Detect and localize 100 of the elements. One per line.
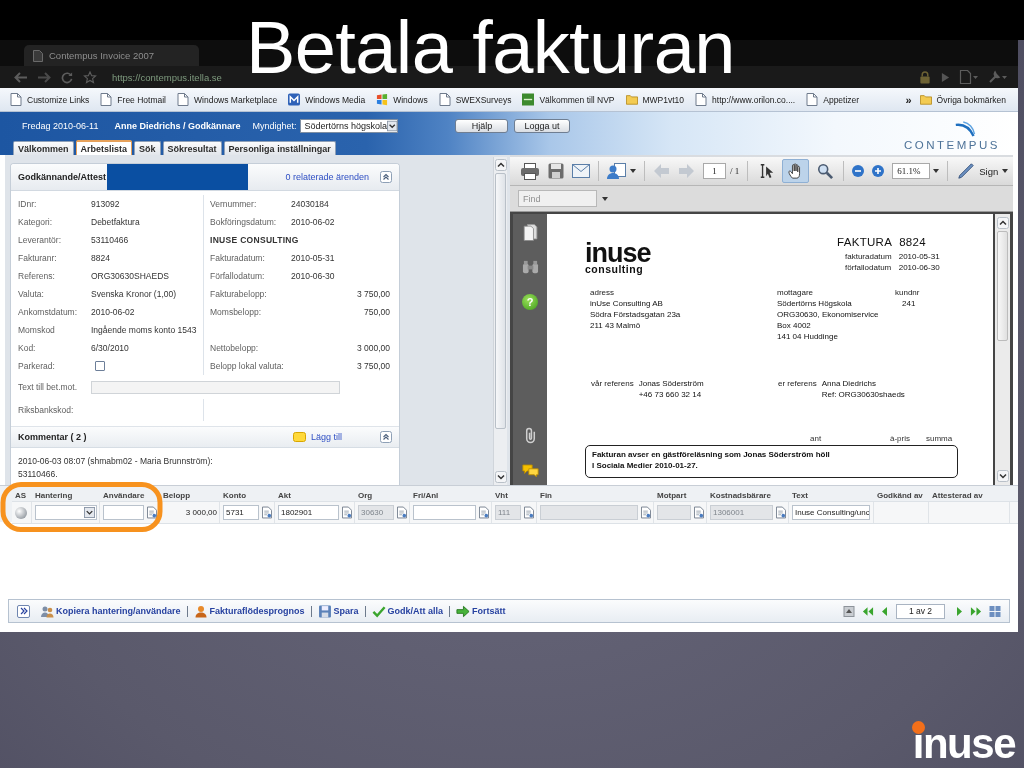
address-line: Box 4002 (777, 320, 812, 331)
item-column-label: à-pris (890, 434, 911, 444)
zoom-out-icon[interactable] (852, 165, 865, 177)
find-field[interactable]: Find (518, 190, 597, 207)
handling-select[interactable] (35, 505, 97, 520)
status-circle-icon[interactable] (15, 506, 27, 519)
star-icon[interactable] (83, 70, 97, 84)
toolbar-link[interactable]: Godk/Att alla (371, 604, 444, 618)
collapse-icon[interactable] (380, 171, 392, 183)
play-icon[interactable] (941, 71, 950, 83)
related-cases-link[interactable]: 0 relaterade ärenden (285, 172, 369, 182)
scroll-thumb[interactable] (997, 231, 1008, 341)
document-icon[interactable] (262, 506, 272, 519)
bookmark-item[interactable]: Appetizer (806, 93, 860, 106)
sign-button[interactable]: Sign (956, 162, 1009, 180)
page-field[interactable]: 1 av 2 (896, 603, 945, 619)
speech-bubbles-icon[interactable] (521, 462, 539, 479)
add-comment-link[interactable]: Lägg till (292, 432, 342, 442)
pages-icon[interactable] (521, 224, 539, 241)
caret-icon[interactable] (602, 196, 608, 201)
document-icon[interactable] (776, 506, 786, 519)
zoom-field[interactable]: 61.1% (892, 163, 931, 179)
expand-button[interactable] (17, 604, 30, 618)
scroll-thumb[interactable] (495, 173, 506, 429)
document-icon[interactable] (694, 506, 704, 519)
toolbar-link[interactable]: Fakturaflödesprognos (193, 604, 305, 618)
binoculars-icon[interactable] (521, 259, 539, 276)
scrollbar[interactable] (995, 214, 1010, 485)
zoom-in-icon[interactable] (872, 165, 885, 177)
collapse-icon[interactable] (380, 431, 392, 443)
scroll-up-icon[interactable] (996, 217, 1009, 229)
scroll-down-icon[interactable] (996, 470, 1009, 482)
bookmark-item[interactable]: Windows Media (288, 93, 366, 106)
document-icon[interactable] (524, 506, 534, 519)
authority-select[interactable]: Södertörns högskola (300, 119, 399, 133)
envelope-icon[interactable] (572, 163, 590, 179)
bookmark-item[interactable]: http://www.orilon.co.... (695, 93, 796, 106)
document-icon[interactable] (641, 506, 651, 519)
user-role-text: Anne Diedrichs / Godkännare (114, 121, 241, 131)
media-icon (288, 93, 301, 106)
bookmark-item[interactable]: Windows (376, 93, 428, 106)
reference-line: +46 73 660 32 14 (638, 389, 703, 400)
page-menu-icon[interactable] (959, 70, 979, 84)
toolbar-link[interactable]: Spara (317, 604, 359, 618)
reference-label: er referens (778, 378, 817, 390)
grid-icon[interactable] (989, 605, 1001, 617)
next-icon[interactable] (956, 605, 963, 617)
header-button[interactable]: Hjälp (455, 119, 509, 133)
bookmark-item[interactable]: Välkommen till NVP (522, 93, 615, 106)
person-icon (193, 604, 208, 618)
browser-tab[interactable]: Contempus Invoice 2007 (24, 45, 199, 66)
more-bookmarks-chevron[interactable]: » (905, 93, 912, 106)
reload-icon[interactable] (60, 70, 74, 84)
previous-icon[interactable] (881, 605, 888, 617)
nav-tab[interactable]: Personliga inställningar (223, 141, 336, 155)
bookmark-item[interactable]: MWP1vt10 (625, 93, 685, 106)
bookmark-item[interactable]: SWEXSurveys (438, 93, 512, 106)
nav-tab[interactable]: Sök (134, 141, 161, 155)
person-document-icon[interactable] (607, 162, 627, 180)
eject-icon[interactable] (843, 605, 855, 617)
first-page-icon[interactable] (862, 605, 874, 617)
wrench-icon[interactable] (988, 70, 1008, 84)
scrollbar[interactable] (493, 157, 507, 485)
text-field[interactable]: Inuse Consulting/unc (792, 505, 870, 520)
caret-icon[interactable] (630, 169, 636, 173)
toolbar-link[interactable]: Kopiera hantering/användare (40, 604, 181, 618)
reference-line: Anna Diedrichs (821, 378, 877, 389)
last-page-icon[interactable] (970, 605, 982, 617)
lookup-field[interactable]: 1802901 (278, 505, 339, 520)
bookmark-folder-item[interactable]: Övriga bokmärken (919, 93, 1006, 106)
bookmark-item[interactable]: Windows Marketplace (177, 93, 278, 106)
toolbar-link[interactable]: Fortsätt (456, 604, 506, 618)
bookmark-item[interactable]: Customize Links (10, 93, 90, 106)
card-title: Godkännande/Attest (18, 172, 106, 182)
checkbox[interactable] (95, 361, 105, 371)
scroll-down-icon[interactable] (494, 471, 507, 483)
payee-text-field[interactable] (91, 380, 340, 394)
scroll-up-icon[interactable] (494, 159, 507, 171)
back-arrow-icon[interactable] (14, 70, 28, 84)
lookup-field[interactable]: 5731 (223, 505, 259, 520)
lookup-field[interactable] (103, 505, 144, 520)
lock-icon (918, 70, 932, 84)
print-icon[interactable] (520, 162, 540, 180)
nav-tab[interactable]: Välkommen (13, 141, 74, 155)
caret-icon[interactable] (933, 169, 940, 173)
document-icon[interactable] (479, 506, 489, 519)
document-icon[interactable] (147, 506, 157, 519)
nav-tab[interactable]: Arbetslista (75, 140, 133, 155)
address-line: inUse Consulting AB (590, 298, 664, 309)
nav-tab[interactable]: Sökresultat (162, 141, 222, 155)
document-icon[interactable] (397, 506, 407, 519)
page-number-field[interactable]: 1 (703, 163, 726, 179)
document-icon[interactable] (342, 506, 352, 519)
tool-button[interactable] (782, 159, 810, 183)
field-value: 3 000,00 (356, 343, 390, 353)
field-value: 3 750,00 (356, 289, 390, 299)
bookmark-item[interactable]: Free Hotmail (100, 93, 166, 106)
lookup-field[interactable] (413, 505, 476, 520)
header-button[interactable]: Logga ut (514, 119, 570, 133)
url-text[interactable]: https://contempus.itella.se (112, 71, 222, 83)
